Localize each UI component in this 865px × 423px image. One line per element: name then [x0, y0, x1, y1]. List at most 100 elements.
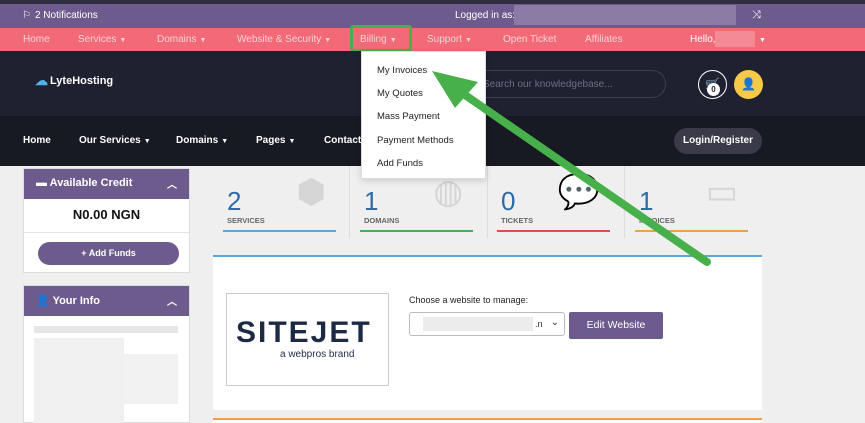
chevron-up-icon[interactable]: ︿ [167, 176, 177, 191]
cart-count-badge: 0 [707, 83, 720, 96]
flag-icon: ⚐ [22, 10, 31, 21]
box-icon: ⬢ [296, 173, 326, 211]
username-redacted [715, 31, 755, 47]
sitejet-logo-word: SITEJET [236, 316, 372, 349]
knowledgebase-search-input[interactable]: Search our knowledgebase... [468, 70, 666, 98]
nav-website-security-label: Website & Security [237, 34, 322, 45]
credit-panel-header[interactable]: ▬ Available Credit ︿ [24, 169, 189, 199]
nav-support-label: Support [427, 34, 463, 45]
menu-item-mass-payment[interactable]: Mass Payment [377, 111, 440, 122]
stat-underline [497, 230, 610, 232]
logo-text: LyteHosting [50, 75, 114, 87]
cloud-icon: ☁ [35, 73, 48, 88]
stat-value: 1 [364, 186, 379, 216]
logged-in-label: Logged in as: [455, 10, 516, 21]
credit-panel-title: Available Credit [49, 177, 133, 189]
caret-down-icon: ▼ [221, 138, 229, 145]
mainnav-pages-label: Pages [256, 135, 286, 146]
credit-amount: N0.00 NGN [24, 199, 189, 233]
credit-card-icon: ▬ [36, 177, 47, 189]
stat-label: SERVICES [227, 216, 265, 225]
sitejet-logo-sub: a webpros brand [280, 349, 355, 360]
credit-card-icon: ▭ [705, 173, 738, 211]
choose-website-label: Choose a website to manage: [409, 295, 529, 305]
user-greeting[interactable]: Hello, [690, 34, 716, 45]
comments-icon: 💬 [557, 173, 600, 211]
nav-home[interactable]: Home [23, 34, 50, 45]
edit-website-button[interactable]: Edit Website [569, 312, 663, 339]
stat-tickets[interactable]: 💬 0 TICKETS [497, 166, 610, 232]
switch-account-icon[interactable]: ⤨ [752, 9, 761, 22]
redacted-info-block [34, 338, 124, 423]
caret-down-icon[interactable]: ▼ [756, 34, 766, 45]
chevron-up-icon[interactable]: ︿ [167, 293, 177, 308]
billing-dropdown-menu: My Invoices My Quotes Mass Payment Payme… [361, 51, 486, 179]
plus-icon: + [81, 248, 89, 258]
redacted-info-block [124, 354, 178, 404]
stat-underline [635, 230, 748, 232]
stat-value: 1 [639, 186, 654, 216]
primary-nav: Home Services ▼ Domains ▼ Website & Securi… [0, 28, 865, 51]
sitejet-logo: SITEJET a webpros brand [226, 293, 389, 386]
notifications-label: 2 Notifications [34, 10, 98, 21]
redacted-info-line [34, 326, 178, 333]
notification-bar: ⚐ 2 Notifications Logged in as: ⤨ [0, 4, 865, 28]
stat-label: DOMAINS [364, 216, 400, 225]
caret-down-icon: ▼ [288, 138, 296, 145]
stat-label: INVOICES [639, 216, 675, 225]
user-account-icon[interactable]: 👤 [734, 70, 763, 99]
mainnav-our-services[interactable]: Our Services ▼ [79, 135, 151, 146]
sitejet-card: SITEJET a webpros brand Choose a website… [213, 255, 762, 410]
stat-underline [360, 230, 473, 232]
nav-website-security[interactable]: Website & Security ▼ [237, 34, 331, 45]
menu-item-my-invoices[interactable]: My Invoices [377, 65, 427, 76]
notifications-link[interactable]: ⚐ 2 Notifications [22, 10, 98, 21]
divider [487, 166, 488, 238]
info-panel-title: Your Info [52, 295, 101, 307]
mainnav-domains[interactable]: Domains ▼ [176, 135, 228, 146]
stat-services[interactable]: ⬢ 2 SERVICES [223, 166, 336, 232]
menu-item-payment-methods[interactable]: Payment Methods [377, 135, 454, 146]
nav-services-label: Services [78, 34, 117, 45]
stat-underline [223, 230, 336, 232]
nav-domains[interactable]: Domains ▼ [157, 34, 206, 45]
caret-down-icon: ▼ [119, 37, 127, 44]
available-credit-panel: ▬ Available Credit ︿ N0.00 NGN + Add Fun… [23, 168, 190, 273]
stat-label: TICKETS [501, 216, 534, 225]
mainnav-home[interactable]: Home [23, 135, 51, 146]
logged-in-user-redacted [514, 5, 736, 25]
billing-highlight-box [350, 25, 412, 52]
mainnav-our-services-label: Our Services [79, 135, 141, 146]
add-funds-button[interactable]: + Add Funds [38, 242, 179, 265]
menu-item-add-funds[interactable]: Add Funds [377, 158, 423, 169]
mainnav-contact[interactable]: Contact [324, 135, 361, 146]
next-card-edge [213, 418, 762, 423]
stat-invoices[interactable]: ▭ 1 INVOICES [635, 166, 748, 232]
divider [624, 166, 625, 238]
website-name-redacted [423, 317, 533, 331]
add-funds-label: Add Funds [88, 248, 136, 258]
nav-affiliates[interactable]: Affiliates [585, 34, 623, 45]
login-register-button[interactable]: Login/Register [674, 128, 762, 154]
caret-down-icon: ▼ [143, 138, 151, 145]
nav-support[interactable]: Support ▼ [427, 34, 472, 45]
mainnav-domains-label: Domains [176, 135, 219, 146]
caret-down-icon: ▼ [324, 37, 332, 44]
divider [349, 166, 350, 238]
website-select-value: .n [535, 319, 543, 329]
site-logo[interactable]: ☁ LyteHosting [35, 73, 113, 89]
info-panel-header[interactable]: 👤 Your Info ︿ [24, 286, 189, 316]
mainnav-pages[interactable]: Pages ▼ [256, 135, 295, 146]
caret-down-icon: ▼ [199, 37, 207, 44]
nav-services[interactable]: Services ▼ [78, 34, 126, 45]
nav-domains-label: Domains [157, 34, 197, 45]
website-select[interactable]: .n ⌄ [409, 312, 565, 336]
stat-value: 0 [501, 186, 516, 216]
user-icon: 👤 [36, 295, 50, 307]
caret-down-icon: ▼ [465, 37, 472, 44]
chevron-down-icon: ⌄ [550, 317, 559, 328]
menu-item-my-quotes[interactable]: My Quotes [377, 88, 423, 99]
nav-open-ticket[interactable]: Open Ticket [503, 34, 556, 45]
greeting-label: Hello, [690, 34, 716, 45]
your-info-panel: 👤 Your Info ︿ [23, 285, 190, 423]
